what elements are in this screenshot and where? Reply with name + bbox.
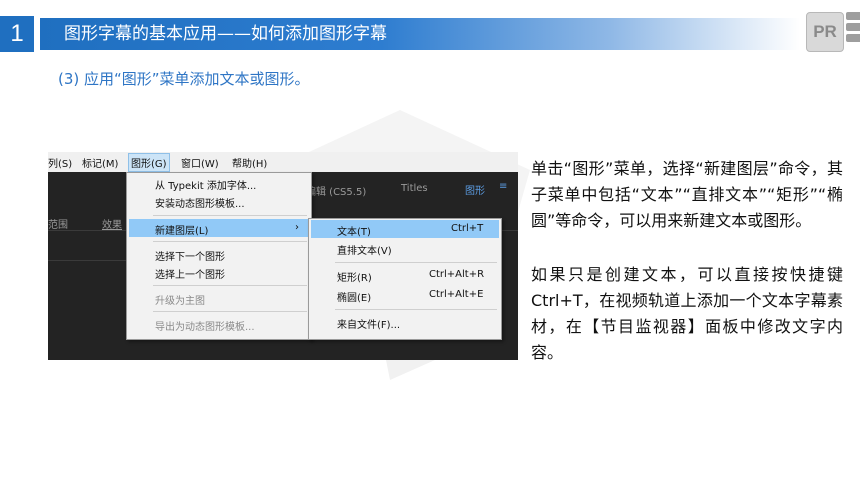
menu-help[interactable]: 帮助(H) [232,155,267,170]
premiere-screenshot: 列(S) 标记(M) 图形(G) 窗口(W) 帮助(H) 编辑 (CS5.5) … [48,152,518,360]
step-subtitle: (3) 应用“图形”菜单添加文本或图形。 [58,70,310,88]
workspace-titles-label[interactable]: Titles [401,183,428,194]
menu-marker[interactable]: 标记(M) [82,155,118,170]
menu-separator [153,285,307,286]
workspace-graphics-label[interactable]: 图形 [465,182,485,197]
submenu-separator [335,262,497,263]
menu-separator [153,215,307,216]
menu-separator [153,311,307,312]
graphics-dropdown-menu: 从 Typekit 添加字体... 安装动态图形模板... 新建图层(L) › … [126,172,312,340]
menu-bar: 列(S) 标记(M) 图形(G) 窗口(W) 帮助(H) [48,152,518,173]
shortcut-rectangle: Ctrl+Alt+R [429,269,485,280]
menu-item-install-motion-template[interactable]: 安装动态图形模板... [155,195,245,210]
submenu-item-rectangle[interactable]: 矩形(R) [337,269,372,284]
menu-item-new-layer[interactable]: 新建图层(L) [155,222,208,237]
submenu-item-text[interactable]: 文本(T) [337,223,371,238]
menu-window[interactable]: 窗口(W) [181,155,219,170]
submenu-item-vertical-text[interactable]: 直排文本(V) [337,242,392,257]
premiere-logo-icon: PR [806,12,844,52]
tab-effects[interactable]: 效果 [102,216,122,231]
shortcut-ellipse: Ctrl+Alt+E [429,289,484,300]
menu-clip[interactable]: 列(S) [48,155,72,170]
logo-edge-decoration [846,12,860,52]
menu-item-export-motion-template[interactable]: 导出为动态图形模板... [155,318,255,333]
menu-item-select-previous-graphic[interactable]: 选择上一个图形 [155,266,225,281]
menu-graphics[interactable]: 图形(G) [128,153,170,172]
submenu-arrow-icon: › [295,222,299,233]
section-number: 1 [0,16,34,52]
description-paragraph-2: 如果只是创建文本，可以直接按快捷键Ctrl+T，在视频轨道上添加一个文本字幕素材… [531,265,843,362]
description-paragraph-1: 单击“图形”菜单，选择“新建图层”命令，其子菜单中包括“文本”“直排文本”“矩形… [531,159,843,230]
menu-separator [153,241,307,242]
workspace-menu-icon[interactable]: ≡ [499,181,507,192]
submenu-item-ellipse[interactable]: 椭圆(E) [337,289,371,304]
submenu-separator [335,309,497,310]
tab-range[interactable]: 范围 [48,216,68,231]
panel-divider-2 [48,260,138,261]
submenu-item-from-file[interactable]: 来自文件(F)... [337,316,400,331]
menu-item-upgrade-to-master[interactable]: 升级为主图 [155,292,205,307]
menu-item-select-next-graphic[interactable]: 选择下一个图形 [155,248,225,263]
page-title: 图形字幕的基本应用——如何添加图形字幕 [64,24,387,44]
workspace-edit-label[interactable]: 编辑 (CS5.5) [306,183,366,198]
menu-item-add-typekit-font[interactable]: 从 Typekit 添加字体... [155,177,256,192]
shortcut-text: Ctrl+T [451,223,484,234]
new-layer-submenu: 文本(T) Ctrl+T 直排文本(V) 矩形(R) Ctrl+Alt+R 椭圆… [308,218,502,340]
